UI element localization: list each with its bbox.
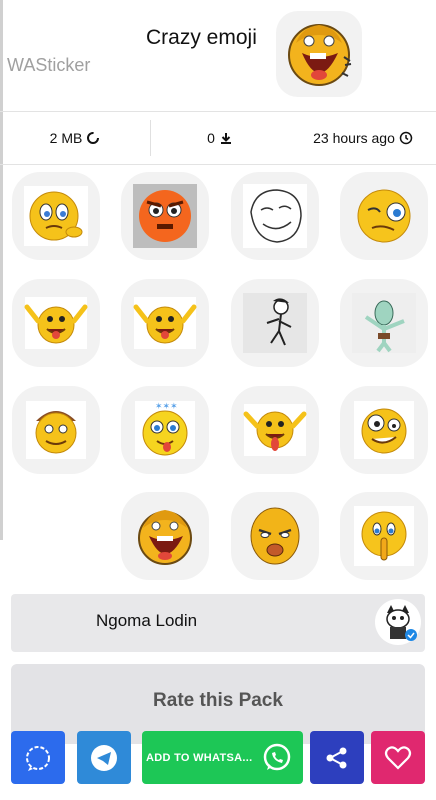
downloads-stat: 0: [150, 112, 290, 164]
pack-header: Crazy emoji WASticker: [0, 0, 436, 110]
downloads-value: 0: [207, 130, 215, 146]
avatar: [375, 599, 421, 645]
pack-title: Crazy emoji: [146, 26, 257, 49]
signal-button[interactable]: [11, 731, 65, 784]
sticker-tile[interactable]: ✶✶✶: [121, 386, 209, 474]
sticker-tile[interactable]: [121, 492, 209, 580]
add-to-whatsapp-label: ADD TO WHATSA...: [146, 751, 253, 764]
hat-emoji-icon: [26, 401, 86, 459]
share-button[interactable]: [310, 731, 364, 784]
angry-emoji-icon: [133, 184, 197, 248]
verified-badge: [405, 629, 417, 641]
telegram-button[interactable]: [77, 731, 131, 784]
size-refresh-icon: [87, 132, 100, 144]
screaming-emoji-icon: [288, 24, 352, 86]
sticker-tile[interactable]: [12, 386, 100, 474]
author-card[interactable]: Ngoma Lodin: [11, 594, 425, 652]
telegram-icon: [91, 744, 117, 771]
smug-face-icon: [250, 507, 300, 565]
shush-emoji-icon: [354, 506, 414, 566]
sticker-tile[interactable]: [12, 279, 100, 367]
stats-bar: 2 MB 0 23 hours ago: [0, 111, 436, 165]
heart-icon: [384, 745, 412, 770]
updated-value: 23 hours ago: [313, 130, 395, 146]
crazy-eyes-emoji-icon: [354, 401, 414, 459]
confused-emoji-icon: [24, 186, 88, 246]
author-name: Ngoma Lodin: [96, 611, 198, 630]
add-to-whatsapp-button[interactable]: ADD TO WHATSA...: [142, 731, 303, 784]
dancing-man-icon: [243, 293, 307, 353]
skeptical-emoji-icon: [357, 189, 411, 243]
sticker-tile[interactable]: [231, 386, 319, 474]
pack-icon-tile: [276, 11, 362, 97]
sticker-tile[interactable]: [340, 386, 428, 474]
share-icon: [326, 747, 347, 768]
sticker-tile[interactable]: [231, 172, 319, 260]
sticker-tile[interactable]: [121, 172, 209, 260]
tongue-emoji-icon: [243, 404, 307, 456]
sticker-tile[interactable]: [340, 172, 428, 260]
tongue-emoji-icon: [24, 297, 88, 349]
dabbing-squid-icon: [352, 293, 416, 353]
favorite-button[interactable]: [371, 731, 425, 784]
sticker-tile[interactable]: [121, 279, 209, 367]
dizzy-emoji-icon: ✶✶✶: [135, 401, 195, 459]
whatsapp-icon: [263, 743, 291, 770]
signal-icon: [26, 745, 50, 771]
meme-face-icon: [243, 184, 307, 248]
rate-label: Rate this Pack: [153, 690, 283, 711]
size-value: 2 MB: [49, 130, 83, 146]
size-stat: 2 MB: [0, 112, 150, 164]
updated-stat: 23 hours ago: [290, 112, 436, 164]
clock-icon: [399, 131, 413, 145]
cat-avatar-icon: [376, 600, 420, 644]
tongue-emoji-icon: [133, 297, 197, 349]
sticker-tile[interactable]: [340, 492, 428, 580]
download-icon: [220, 133, 231, 144]
sticker-tile[interactable]: [340, 279, 428, 367]
sticker-tile[interactable]: [231, 279, 319, 367]
brand-label: WASticker: [7, 55, 91, 75]
sticker-tile[interactable]: [231, 492, 319, 580]
svg-text:✶✶✶: ✶✶✶: [155, 401, 178, 411]
sticker-tile[interactable]: [12, 172, 100, 260]
screaming-emoji-icon: [138, 510, 192, 565]
